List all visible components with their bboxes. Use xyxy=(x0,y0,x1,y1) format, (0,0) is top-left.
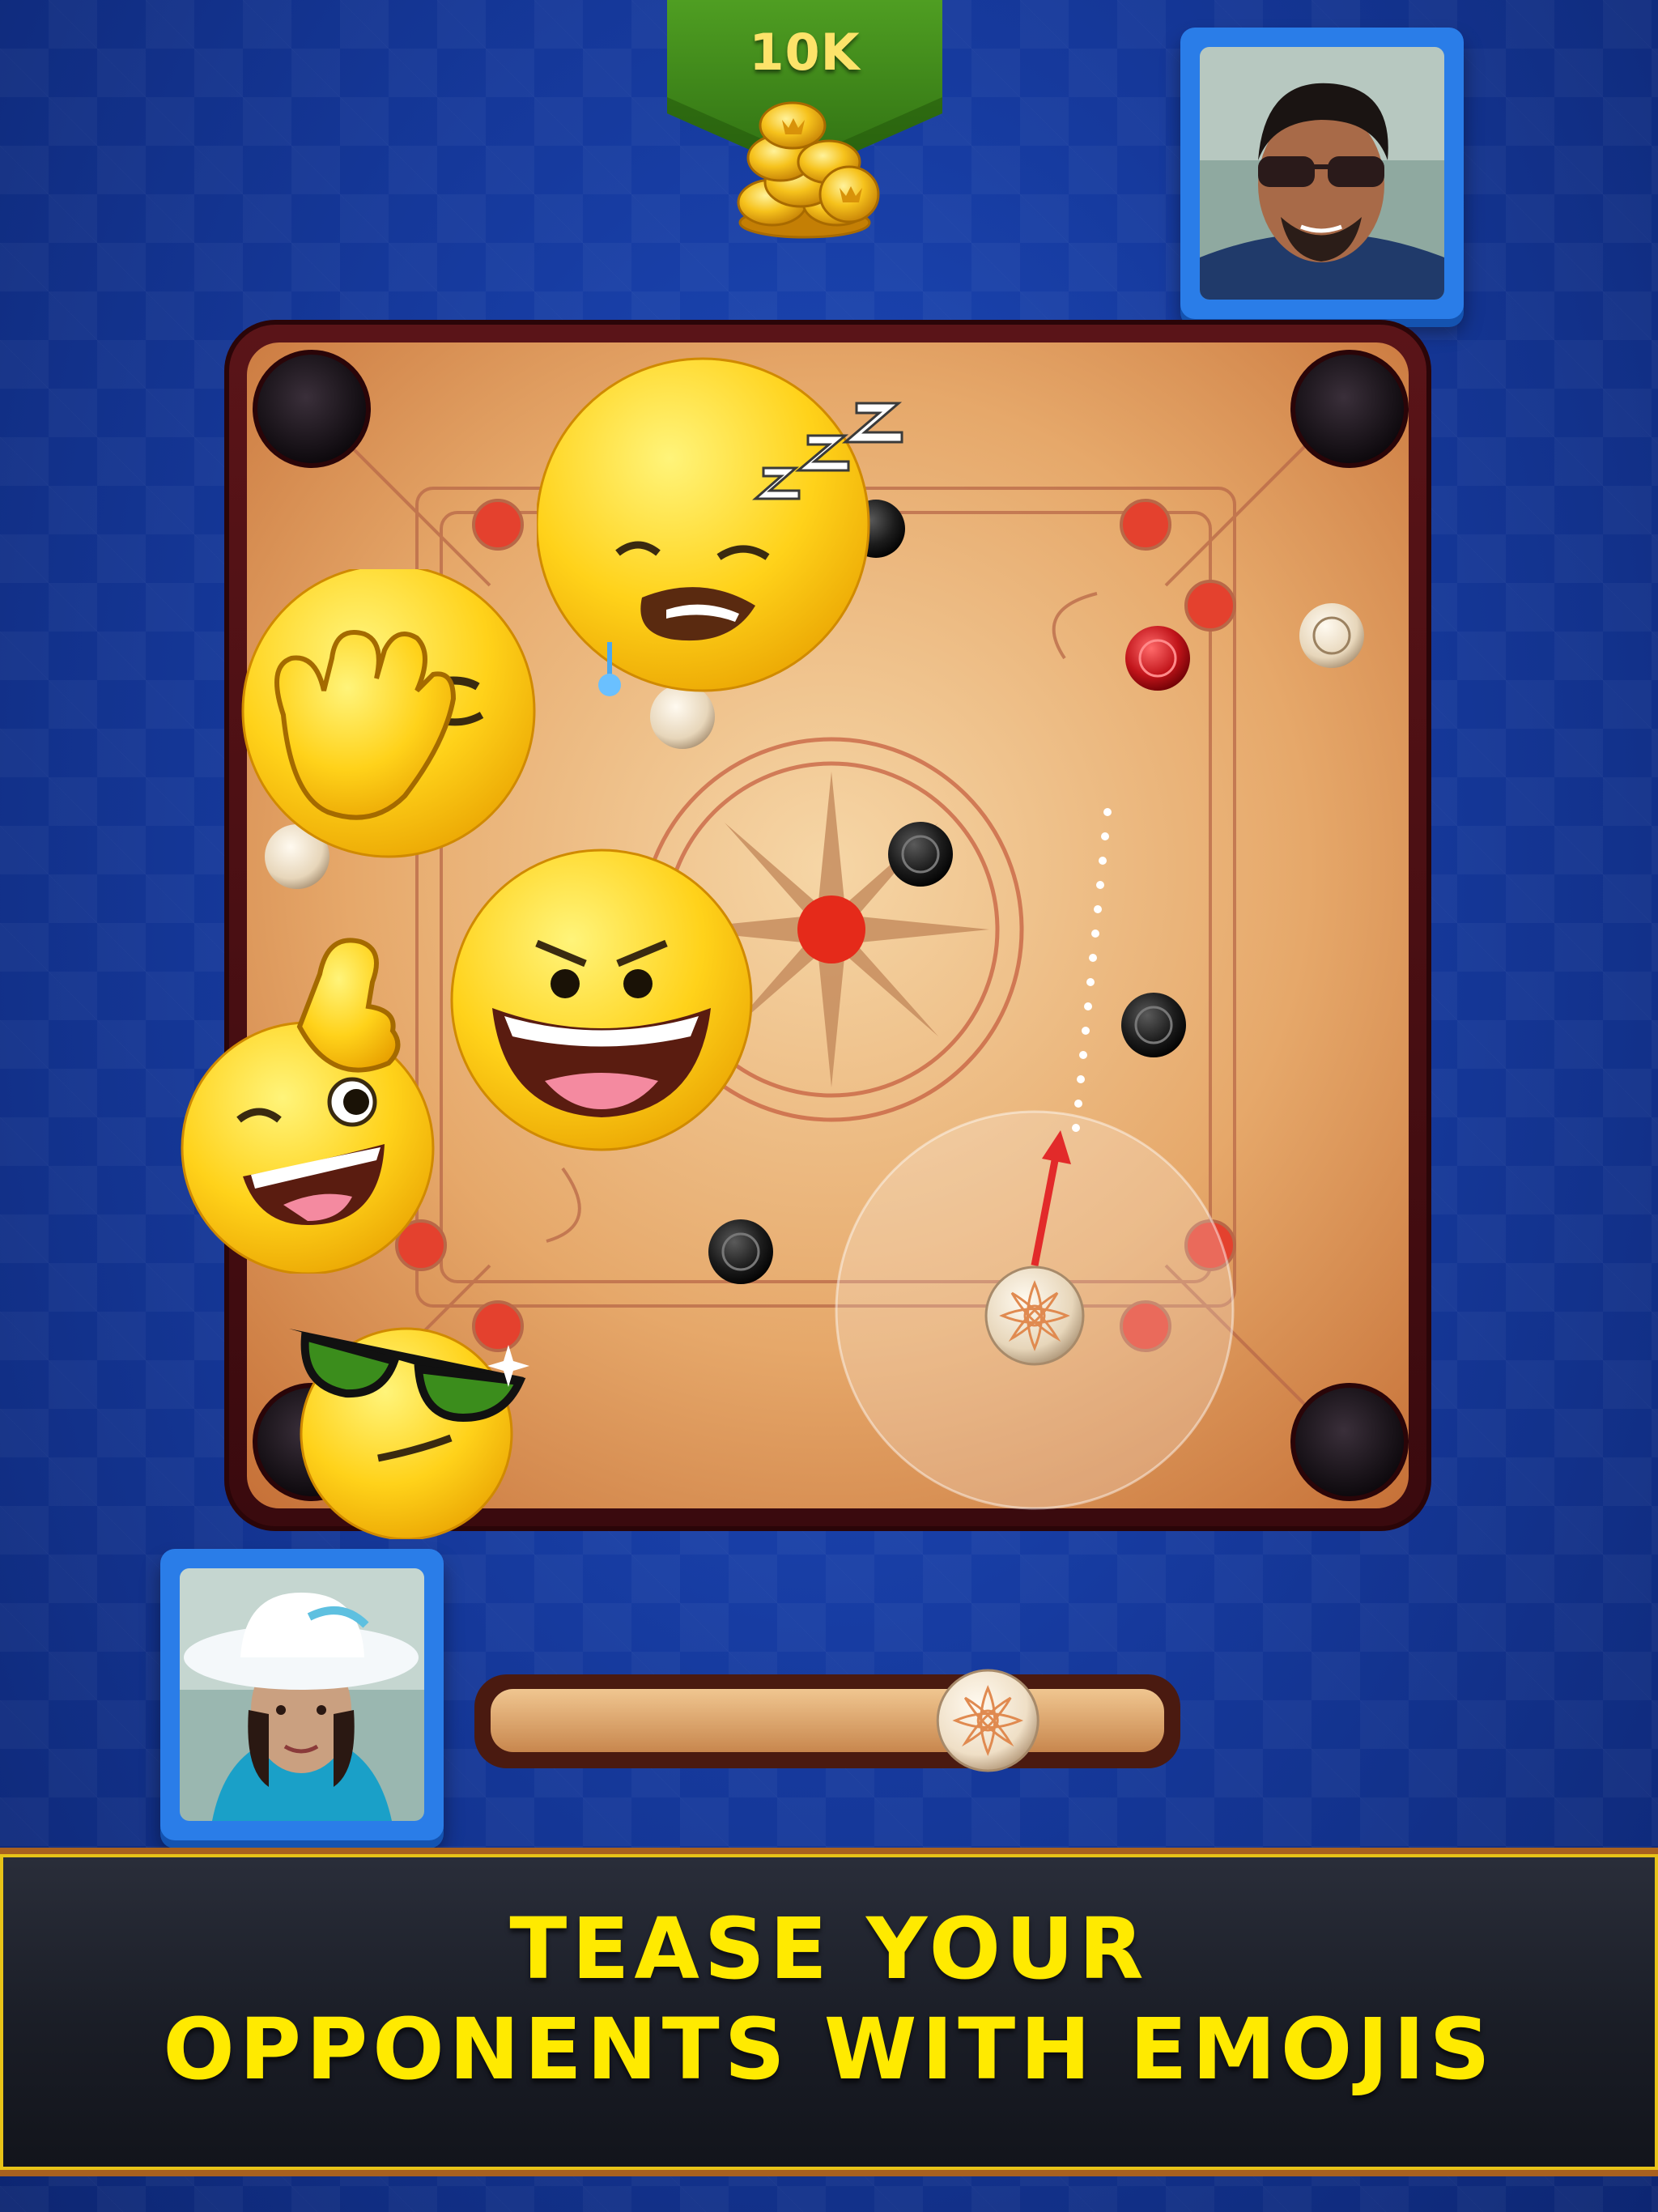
sleeping-emoji[interactable] xyxy=(537,355,950,711)
coin-amount-label: 10K xyxy=(749,23,861,82)
cool-sunglasses-emoji[interactable] xyxy=(289,1304,548,1539)
slider-knob xyxy=(936,1669,1039,1772)
caption-line-1: TEASE YOUR xyxy=(509,1899,1149,1998)
laughing-emoji[interactable] xyxy=(448,846,755,1154)
player-avatar[interactable] xyxy=(160,1549,444,1840)
queen-piece xyxy=(1125,626,1190,691)
striker xyxy=(984,1266,1085,1366)
pocket-bottom-right xyxy=(1290,1383,1409,1501)
coin-wager-banner: 10K xyxy=(667,0,942,243)
facepalm-emoji[interactable] xyxy=(235,569,542,893)
opponent-avatar[interactable] xyxy=(1180,28,1464,319)
opponent-photo xyxy=(1200,47,1444,300)
player-photo xyxy=(180,1568,424,1821)
striker-position-slider[interactable] xyxy=(473,1668,1182,1773)
center-red-spot xyxy=(797,895,865,963)
carrom-board[interactable] xyxy=(181,318,1433,1539)
promo-caption-banner: TEASE YOUR OPPONENTS WITH EMOJIS xyxy=(0,1848,1658,2176)
pocket-top-right xyxy=(1290,350,1409,468)
pocket-top-left xyxy=(253,350,371,468)
slider-track xyxy=(491,1689,1164,1752)
caption-line-2: OPPONENTS WITH EMOJIS xyxy=(163,2000,1495,2099)
gold-coins-icon xyxy=(737,101,880,239)
thumbs-up-wink-emoji[interactable] xyxy=(178,917,453,1274)
